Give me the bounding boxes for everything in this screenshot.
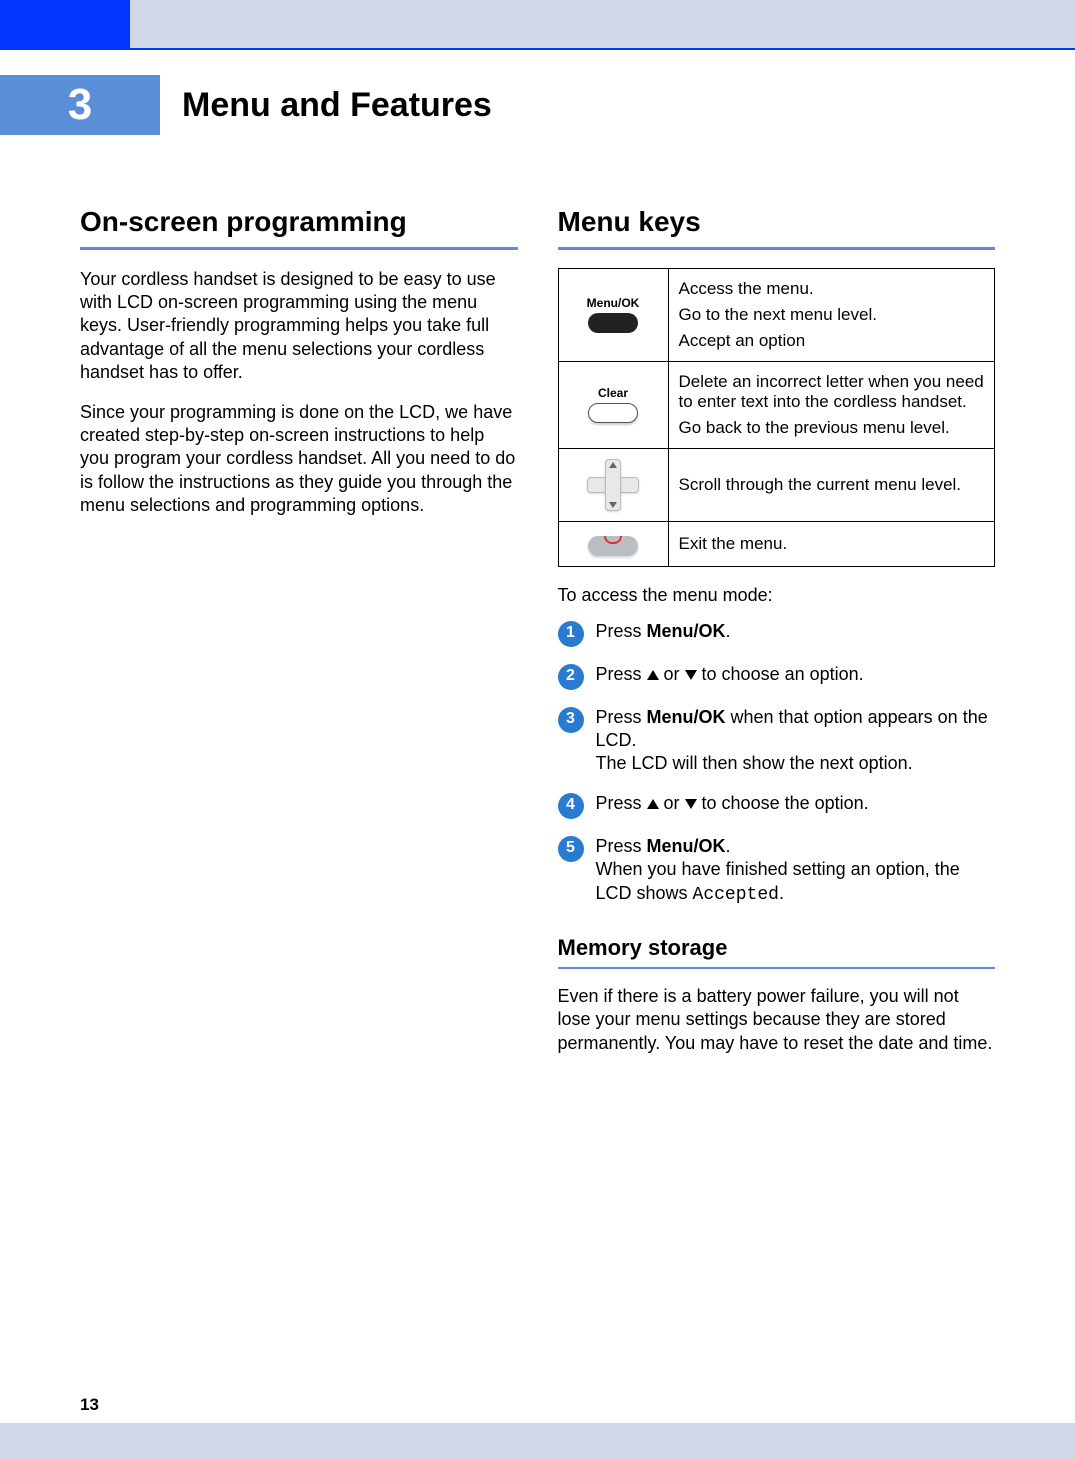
key-desc-cell: Exit the menu. <box>668 521 995 566</box>
step-text: Press Menu/OK. When you have finished se… <box>596 835 996 907</box>
end-call-icon <box>588 536 638 556</box>
step-text: Press or to choose an option. <box>596 663 996 690</box>
list-item: 1 Press Menu/OK. <box>558 620 996 647</box>
key-icon-cell: Clear <box>558 361 668 448</box>
list-item: 5 Press Menu/OK. When you have finished … <box>558 835 996 907</box>
dpad-icon <box>587 459 639 511</box>
access-intro: To access the menu mode: <box>558 585 996 606</box>
right-column: Menu keys Menu/OK Access the menu. Go to… <box>558 205 996 1399</box>
step-text: Press Menu/OK. <box>596 620 996 647</box>
down-arrow-icon <box>685 670 697 680</box>
key-icon-cell <box>558 448 668 521</box>
subsection-underline <box>558 967 996 969</box>
body-paragraph: Even if there is a battery power failure… <box>558 985 996 1055</box>
step-text: Press Menu/OK when that option appears o… <box>596 706 996 776</box>
menu-keys-table: Menu/OK Access the menu. Go to the next … <box>558 268 996 567</box>
chapter-title: Menu and Features <box>182 86 492 125</box>
key-desc-line: Go back to the previous menu level. <box>679 418 985 438</box>
chapter-header: 3 Menu and Features <box>0 75 1075 135</box>
content-columns: On-screen programming Your cordless hand… <box>80 205 995 1399</box>
subsection-heading-memory: Memory storage <box>558 935 996 961</box>
step-badge: 3 <box>558 707 584 733</box>
key-icon-cell <box>558 521 668 566</box>
key-desc-line: Delete an incorrect letter when you need… <box>679 372 985 412</box>
key-desc-cell: Scroll through the current menu level. <box>668 448 995 521</box>
list-item: 3 Press Menu/OK when that option appears… <box>558 706 996 776</box>
page-footer-bar <box>0 1423 1075 1459</box>
key-desc-line: Accept an option <box>679 331 985 351</box>
step-text: Press or to choose the option. <box>596 792 996 819</box>
section-heading-menukeys: Menu keys <box>558 205 996 239</box>
page-number: 13 <box>80 1395 99 1423</box>
section-underline <box>558 247 996 250</box>
key-desc-cell: Access the menu. Go to the next menu lev… <box>668 268 995 361</box>
body-paragraph: Your cordless handset is designed to be … <box>80 268 518 385</box>
left-column: On-screen programming Your cordless hand… <box>80 205 518 1399</box>
button-shape-white <box>588 403 638 423</box>
chapter-number-box: 3 <box>0 75 160 135</box>
down-arrow-icon <box>685 799 697 809</box>
steps-list: 1 Press Menu/OK. 2 Press or to choose an… <box>558 620 996 907</box>
up-arrow-icon <box>647 799 659 809</box>
step-badge: 2 <box>558 664 584 690</box>
page-header-bar <box>0 0 1075 50</box>
section-heading-onscreen: On-screen programming <box>80 205 518 239</box>
list-item: 4 Press or to choose the option. <box>558 792 996 819</box>
button-shape-black <box>588 313 638 333</box>
list-item: 2 Press or to choose an option. <box>558 663 996 690</box>
body-paragraph: Since your programming is done on the LC… <box>80 401 518 518</box>
clear-icon: Clear <box>569 386 658 400</box>
key-desc-cell: Delete an incorrect letter when you need… <box>668 361 995 448</box>
key-desc-line: Go to the next menu level. <box>679 305 985 325</box>
table-row: Scroll through the current menu level. <box>558 448 995 521</box>
step-badge: 5 <box>558 836 584 862</box>
table-row: Exit the menu. <box>558 521 995 566</box>
section-underline <box>80 247 518 250</box>
table-row: Clear Delete an incorrect letter when yo… <box>558 361 995 448</box>
step-badge: 1 <box>558 621 584 647</box>
table-row: Menu/OK Access the menu. Go to the next … <box>558 268 995 361</box>
step-badge: 4 <box>558 793 584 819</box>
key-desc-line: Exit the menu. <box>679 534 985 554</box>
up-arrow-icon <box>647 670 659 680</box>
key-icon-cell: Menu/OK <box>558 268 668 361</box>
menu-ok-icon: Menu/OK <box>569 296 658 310</box>
key-desc-line: Access the menu. <box>679 279 985 299</box>
chapter-number: 3 <box>68 80 92 130</box>
key-desc-line: Scroll through the current menu level. <box>679 475 985 495</box>
